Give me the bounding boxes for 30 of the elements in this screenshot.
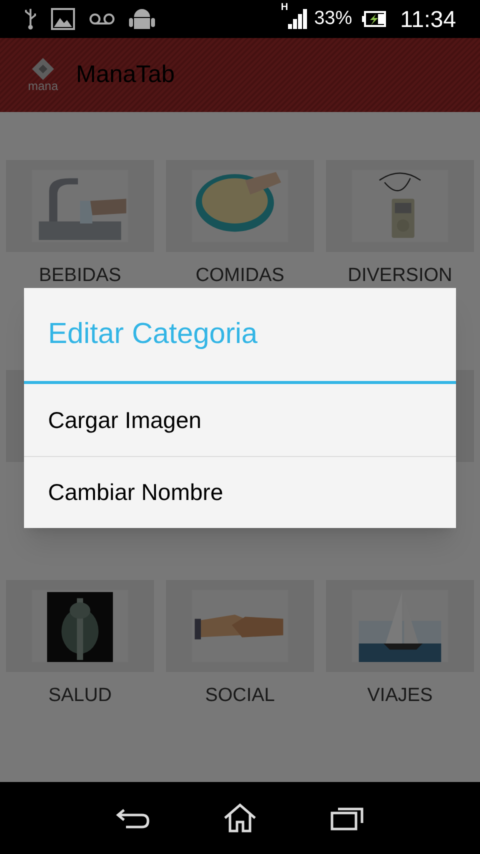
category-label: SOCIAL [205,684,275,708]
image-icon [51,8,75,30]
dialog-title: Editar Categoria [48,316,258,352]
category-tile[interactable] [6,160,154,252]
signal-icon [288,9,308,29]
network-type-label: H [280,3,288,13]
logo-text: mana [28,80,58,92]
category-tile[interactable] [166,580,314,672]
android-icon [129,6,155,32]
category-label: BEBIDAS [38,264,122,288]
category-tile[interactable] [326,580,474,672]
voicemail-icon [89,13,115,25]
clock: 11:34 [400,4,456,34]
category-label: COMIDAS [196,264,284,288]
home-icon[interactable] [222,803,257,833]
recents-icon[interactable] [330,805,364,831]
diamond-icon [32,58,54,80]
back-icon[interactable] [116,806,150,830]
category-tile[interactable] [326,160,474,252]
category-label: SALUD [48,684,112,708]
category-label: VIAJES [367,684,433,708]
usb-icon [24,8,37,30]
battery-charging-icon [362,11,386,27]
category-tile[interactable] [6,580,154,672]
app-title: ManaTab [76,60,175,90]
category-tile[interactable] [166,160,314,252]
menu-item[interactable]: Cambiar Nombre [24,456,456,528]
battery-percent: 33% [314,6,352,31]
category-label: DIVERSION [348,264,452,288]
menu-item[interactable]: Cargar Imagen [24,384,456,456]
